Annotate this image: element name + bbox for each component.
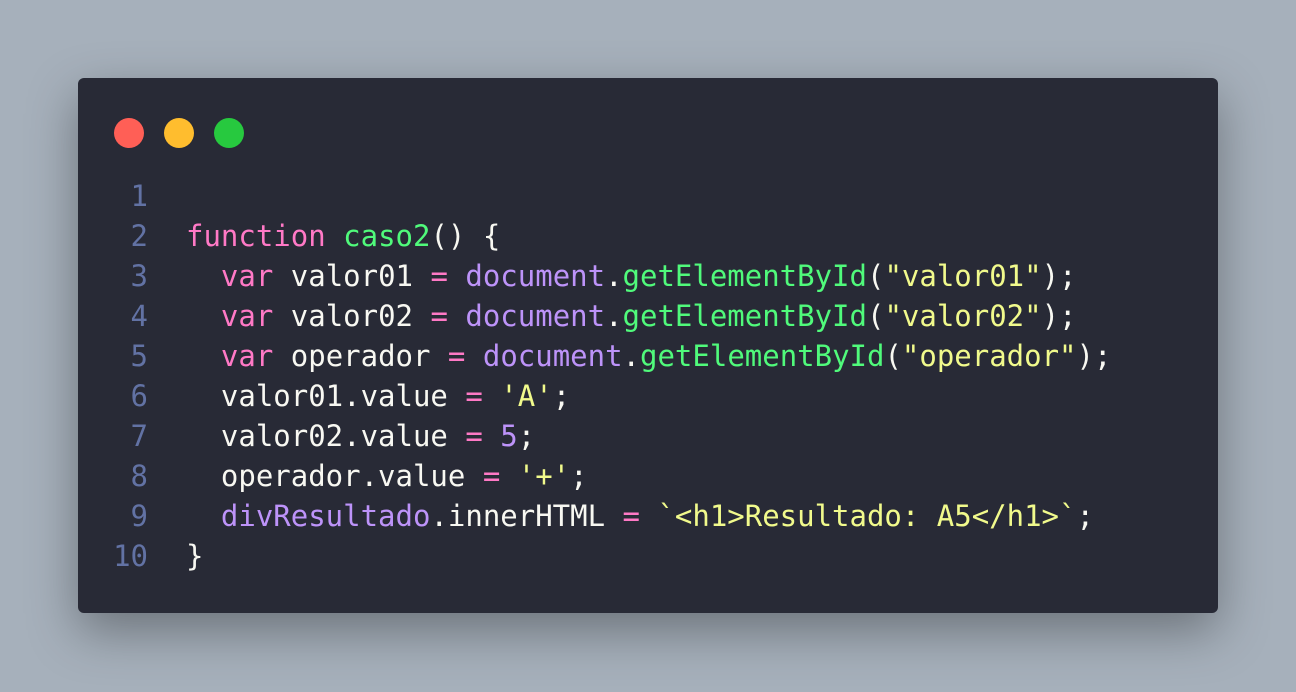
code-token: valor01.value <box>186 379 466 413</box>
code-token: ; <box>1076 499 1094 533</box>
line-number: 10 <box>113 539 148 573</box>
line-number: 9 <box>130 499 148 533</box>
code-window: 1 2 function caso2() {3 var valor01 = docu… <box>78 78 1218 613</box>
code-token: = <box>622 499 640 533</box>
code-token: ; <box>552 379 571 413</box>
code-token: operador.value <box>186 459 483 493</box>
code-token: getElementById <box>640 339 885 373</box>
code-token: '+' <box>517 459 571 493</box>
code-token: valor02 <box>273 299 431 333</box>
code-line: 7 valor02.value = 5; <box>78 416 1218 456</box>
code-token: getElementById <box>622 259 867 293</box>
code-text: function caso2() { <box>186 216 500 256</box>
line-number: 7 <box>130 419 148 453</box>
code-line: 10} <box>78 536 1218 576</box>
code-token: ( <box>866 299 885 333</box>
line-number: 8 <box>130 459 148 493</box>
line-number: 5 <box>130 339 148 373</box>
code-token: 'A' <box>500 379 553 413</box>
code-token: caso2 <box>343 219 431 253</box>
code-line: 2 function caso2() { <box>78 216 1218 256</box>
code-text: operador.value = '+'; <box>186 456 588 496</box>
code-token: . <box>622 339 641 373</box>
code-token: 5 <box>500 419 518 453</box>
line-number: 4 <box>130 299 148 333</box>
code-token: = <box>465 379 483 413</box>
code-text: valor01.value = 'A'; <box>186 376 570 416</box>
line-number: 2 <box>130 219 148 253</box>
code-token: document <box>465 299 606 333</box>
code-token: . <box>605 259 623 293</box>
code-token: ); <box>1041 299 1077 333</box>
code-token: "valor02" <box>884 299 1042 333</box>
code-token: function <box>186 219 326 253</box>
maximize-dot-icon[interactable] <box>214 118 244 148</box>
code-token: } <box>186 539 204 573</box>
code-token: ; <box>517 419 536 453</box>
code-line: 6 valor01.value = 'A'; <box>78 376 1218 416</box>
code-token: var <box>220 339 274 373</box>
code-token: . <box>605 299 623 333</box>
line-number: 3 <box>130 259 148 293</box>
code-token: divResultado <box>220 499 431 533</box>
code-token: = <box>430 299 448 333</box>
code-token: ( <box>884 339 902 373</box>
code-text: var valor02 = document.getElementById("v… <box>186 296 1077 336</box>
code-token: ; <box>570 459 588 493</box>
code-text: var operador = document.getElementById("… <box>186 336 1112 376</box>
code-token: ); <box>1076 339 1112 373</box>
code-token: = <box>465 419 483 453</box>
code-token: = <box>482 459 501 493</box>
code-line: 5 var operador = document.getElementById… <box>78 336 1218 376</box>
code-token: () { <box>430 219 501 253</box>
code-text: } <box>186 536 203 576</box>
line-number: 1 <box>130 179 148 213</box>
code-line: 1 <box>78 176 1218 216</box>
code-line: 9 divResultado.innerHTML = `<h1>Resultad… <box>78 496 1218 536</box>
code-token: var <box>220 259 274 293</box>
code-text: var valor01 = document.getElementById("v… <box>186 256 1077 296</box>
code-token: = <box>447 339 466 373</box>
code-text: valor02.value = 5; <box>186 416 535 456</box>
code-token: ); <box>1041 259 1077 293</box>
code-token: valor02.value <box>186 419 466 453</box>
minimize-dot-icon[interactable] <box>164 118 194 148</box>
code-token: .innerHTML <box>430 499 623 533</box>
code-block: 1 2 function caso2() {3 var valor01 = docu… <box>78 176 1218 576</box>
close-dot-icon[interactable] <box>114 118 144 148</box>
code-token: document <box>482 339 623 373</box>
code-token: "operador" <box>901 339 1077 373</box>
code-token: operador <box>273 339 448 373</box>
code-line: 8 operador.value = '+'; <box>78 456 1218 496</box>
code-token: = <box>430 259 448 293</box>
code-line: 3 var valor01 = document.getElementById(… <box>78 256 1218 296</box>
code-token: `<h1>Resultado: A5</h1>` <box>657 499 1077 533</box>
line-number: 6 <box>130 379 148 413</box>
code-token: getElementById <box>622 299 867 333</box>
code-line: 4 var valor02 = document.getElementById(… <box>78 296 1218 336</box>
code-text: divResultado.innerHTML = `<h1>Resultado:… <box>186 496 1094 536</box>
code-token: ( <box>866 259 885 293</box>
code-token: "valor01" <box>884 259 1042 293</box>
code-token: var <box>220 299 274 333</box>
code-token: valor01 <box>273 259 431 293</box>
code-token: document <box>465 259 606 293</box>
